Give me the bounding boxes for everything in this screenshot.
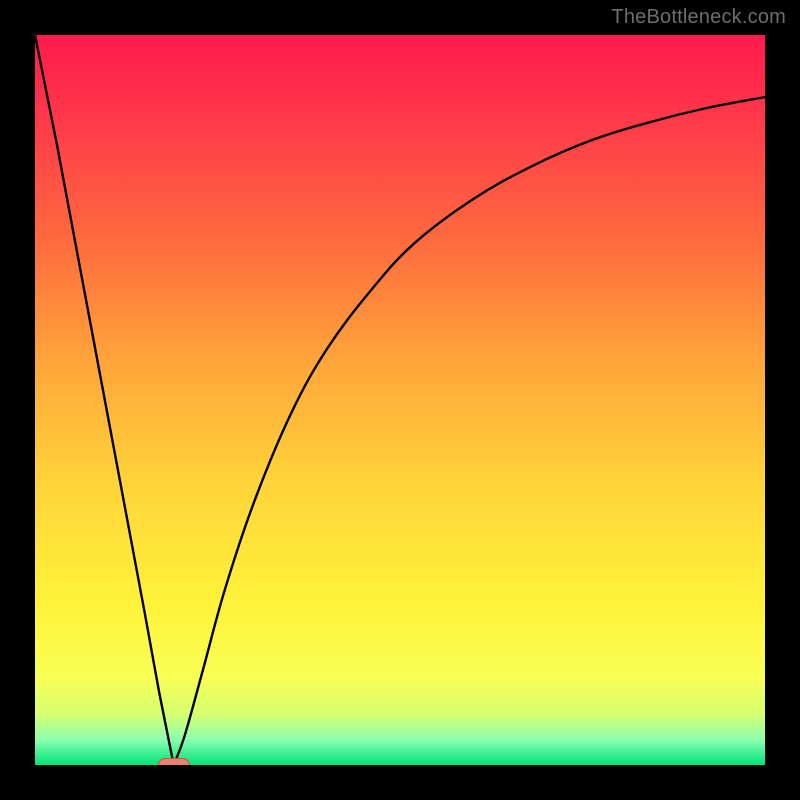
curve-left-branch — [35, 35, 174, 765]
optimal-point-marker — [158, 758, 190, 765]
plot-area — [35, 35, 765, 765]
chart-frame: TheBottleneck.com — [0, 0, 800, 800]
bottleneck-curve — [35, 35, 765, 765]
watermark-text: TheBottleneck.com — [611, 6, 786, 29]
curve-right-branch — [174, 97, 765, 765]
